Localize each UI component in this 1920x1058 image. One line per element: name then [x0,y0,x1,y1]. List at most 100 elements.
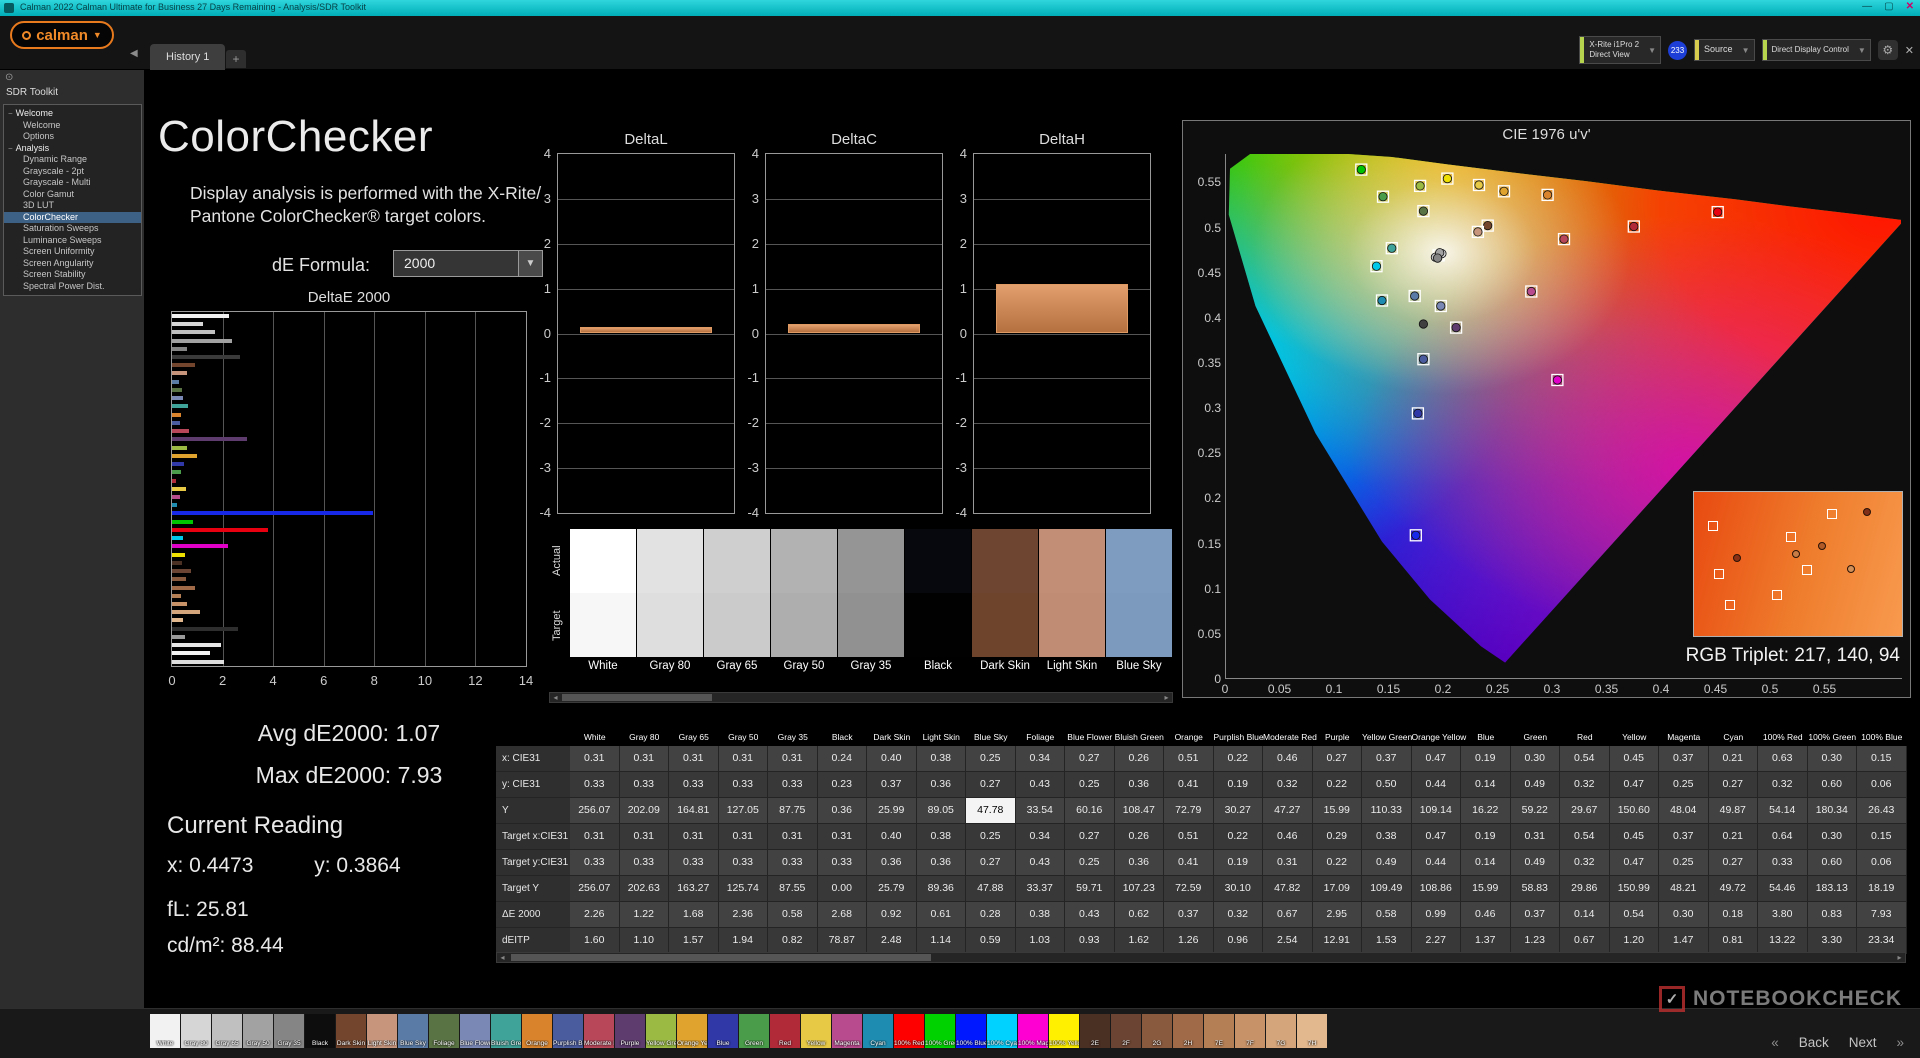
display-control-dropdown[interactable]: Direct Display Control ▼ [1761,39,1871,61]
sidebar-item-3d-lut[interactable]: 3D LUT [4,200,141,212]
maximize-icon[interactable]: ▢ [1884,1,1893,12]
palette-patch-white[interactable]: White [150,1014,180,1048]
meter-dropdown[interactable]: X-Rite i1Pro 2 Direct View ▼ [1579,36,1662,64]
palette-patch-gray-80[interactable]: Gray 80 [181,1014,211,1048]
palette-patch-100-cyan[interactable]: 100% Cyan [987,1014,1017,1048]
palette-patch-2h[interactable]: 2H [1173,1014,1203,1048]
tab-history-1[interactable]: History 1 [150,44,226,70]
palette-patch-gray-35[interactable]: Gray 35 [274,1014,304,1048]
palette-patch-7f[interactable]: 7F [1235,1014,1265,1048]
column-header-100-blue: 100% Blue [1861,732,1903,742]
palette-patch-100-green[interactable]: 100% Green [925,1014,955,1048]
palette-patch-light-skin[interactable]: Light Skin [367,1014,397,1048]
sidebar-item-dynamic-range[interactable]: Dynamic Range [4,154,141,166]
rgb-triplet-readout: RGB Triplet: 217, 140, 94 [1685,645,1900,666]
palette-patch-100-yellow[interactable]: 100% Yellow [1049,1014,1079,1048]
back-arrows-icon[interactable]: « [1771,1035,1779,1050]
palette-patch-7g[interactable]: 7G [1266,1014,1296,1048]
palette-patch-gray-50[interactable]: Gray 50 [243,1014,273,1048]
table-cell: 29.67 [1560,798,1610,824]
source-dropdown[interactable]: Source ▼ [1694,39,1755,61]
calman-logo-button[interactable]: calman ▼ [10,21,114,49]
patch-label: White [588,660,618,672]
palette-patch-cyan[interactable]: Cyan [863,1014,893,1048]
palette-patch-100-blue[interactable]: 100% Blue [956,1014,986,1048]
palette-patch-100-red[interactable]: 100% Red [894,1014,924,1048]
minimize-icon[interactable]: — [1862,1,1872,12]
palette-patch-blue-flower[interactable]: Blue Flower [460,1014,490,1048]
palette-patch-100-magenta[interactable]: 100% Magenta [1018,1014,1048,1048]
scroll-right-icon[interactable]: ▸ [1894,953,1905,963]
next-arrows-icon[interactable]: » [1896,1035,1904,1050]
scroll-left-icon[interactable]: ◂ [497,953,508,963]
x-tick-label: 10 [417,673,433,688]
sidebar-item-color-gamut[interactable]: Color Gamut [4,189,141,201]
palette-patch-foliage[interactable]: Foliage [429,1014,459,1048]
palette-patch-red[interactable]: Red [770,1014,800,1048]
palette-patch-7e[interactable]: 7E [1204,1014,1234,1048]
next-button[interactable]: Next [1849,1035,1877,1050]
scroll-left-icon[interactable]: ◂ [550,693,561,703]
sidebar-item-colorchecker[interactable]: ColorChecker [4,211,141,223]
palette-patch-orange-yellow[interactable]: Orange Yellow [677,1014,707,1048]
sidebar-menu-icon[interactable]: ⊙ [5,72,13,83]
swatch-strip-scrollbar[interactable]: ◂ ▸ [549,692,1173,703]
table-cell: 0.25 [966,746,1016,772]
palette-patch-2g[interactable]: 2G [1142,1014,1172,1048]
expander-icon[interactable]: − [8,144,13,153]
palette-patch-label: 7F [1246,1040,1254,1047]
table-scrollbar[interactable]: ◂ ▸ [496,952,1906,963]
panel-close-icon[interactable]: ✕ [1905,44,1914,57]
cie-chart-title: CIE 1976 u'v' [1502,126,1591,143]
palette-patch-yellow[interactable]: Yellow [801,1014,831,1048]
y-tick-label: -1 [539,370,551,386]
cie-x-tick-label: 0.5 [1761,682,1779,696]
sidebar-item-options[interactable]: Options [4,131,141,143]
gear-icon[interactable]: ⚙ [1877,40,1898,60]
palette-patch-green[interactable]: Green [739,1014,769,1048]
inset-measured-point [1846,564,1855,573]
scrollbar-thumb[interactable] [511,954,931,961]
palette-patch-magenta[interactable]: Magenta [832,1014,862,1048]
palette-patch-purplish-blue[interactable]: Purplish Blue [553,1014,583,1048]
palette-patch-dark-skin[interactable]: Dark Skin [336,1014,366,1048]
palette-patch-7h[interactable]: 7H [1297,1014,1327,1048]
sidebar-item-grayscale-2pt[interactable]: Grayscale - 2pt [4,166,141,178]
palette-patch-2f[interactable]: 2F [1111,1014,1141,1048]
scrollbar-thumb[interactable] [562,694,712,701]
palette-patch-blue[interactable]: Blue [708,1014,738,1048]
palette-patch-black[interactable]: Black [305,1014,335,1048]
palette-patch-bluish-green[interactable]: Bluish Green [491,1014,521,1048]
palette-patch-orange[interactable]: Orange [522,1014,552,1048]
palette-patch-2e[interactable]: 2E [1080,1014,1110,1048]
de-formula-select[interactable]: 2000 ▼ [393,250,543,277]
sidebar-item-saturation-sweeps[interactable]: Saturation Sweeps [4,223,141,235]
expander-icon[interactable]: − [8,109,13,118]
sidebar-item-grayscale-multi[interactable]: Grayscale - Multi [4,177,141,189]
sidebar-item-luminance-sweeps[interactable]: Luminance Sweeps [4,235,141,247]
table-cell: 0.44 [1411,850,1461,876]
back-button[interactable]: Back [1799,1035,1829,1050]
add-tab-button[interactable]: + [226,50,246,68]
palette-patch-blue-sky[interactable]: Blue Sky [398,1014,428,1048]
sidebar-item-welcome[interactable]: Welcome [4,120,141,132]
sidebar-item-screen-angularity[interactable]: Screen Angularity [4,258,141,270]
palette-patch-yellow-green[interactable]: Yellow Green [646,1014,676,1048]
gridline [766,423,942,425]
table-cell: 0.33 [570,772,620,798]
scroll-right-icon[interactable]: ▸ [1161,693,1172,703]
table-cell: 0.62 [1114,902,1164,928]
palette-patch-purple[interactable]: Purple [615,1014,645,1048]
sidebar-item-screen-stability[interactable]: Screen Stability [4,269,141,281]
palette-patch-gray-65[interactable]: Gray 65 [212,1014,242,1048]
table-cell: 0.51 [1164,824,1214,850]
sidebar-section-analysis[interactable]: − Analysis [4,143,141,155]
sidebar-section-welcome[interactable]: − Welcome [4,108,141,120]
sidebar-item-screen-uniformity[interactable]: Screen Uniformity [4,246,141,258]
meter-count-badge: 233 [1668,40,1688,60]
close-icon[interactable]: ✕ [1906,1,1914,12]
collapse-sidebar-icon[interactable]: ◀ [130,48,138,59]
cie-x-tick-label: 0.05 [1267,682,1292,696]
sidebar-item-spectral-power-dist[interactable]: Spectral Power Dist. [4,281,141,293]
palette-patch-moderate-red[interactable]: Moderate Red [584,1014,614,1048]
